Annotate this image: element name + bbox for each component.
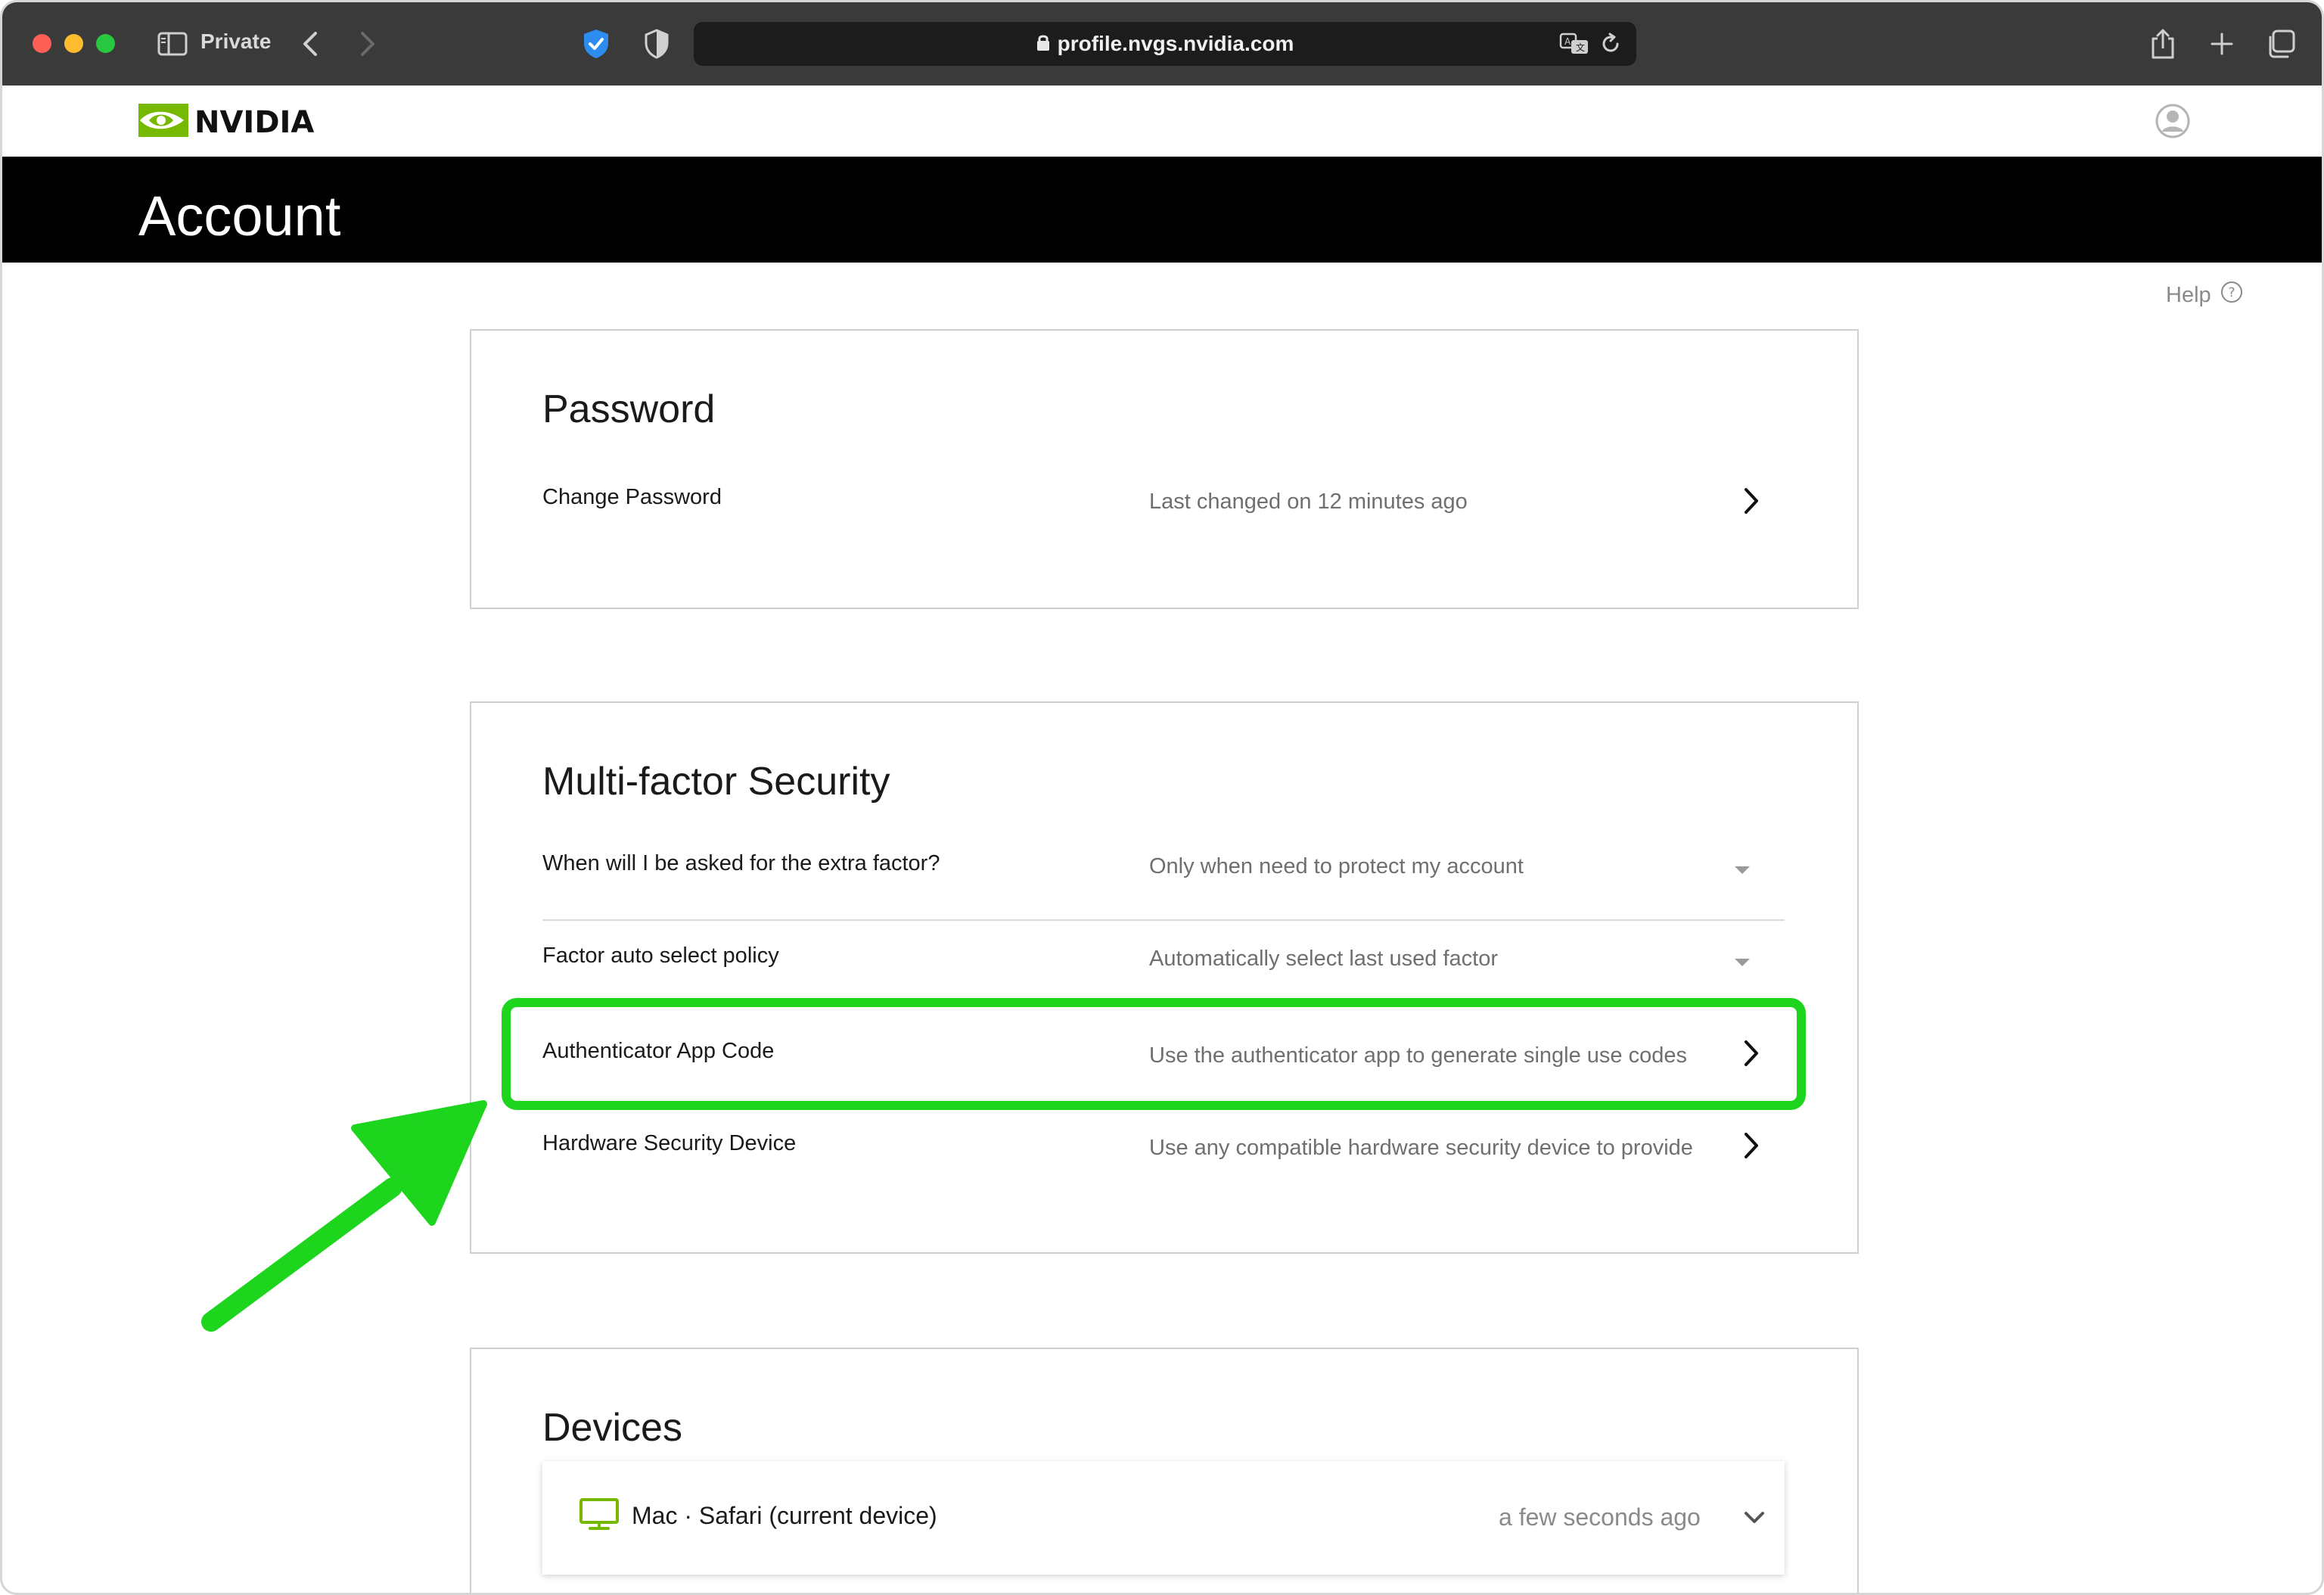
privacy-shield-icon[interactable] [579, 25, 614, 63]
chevron-right-icon[interactable] [1742, 1131, 1760, 1164]
forward-icon[interactable] [356, 25, 379, 63]
help-link[interactable]: Help ? [2166, 281, 2243, 309]
devices-card: Devices Mac · Safari (current device) a … [470, 1348, 1859, 1593]
help-label: Help [2166, 282, 2211, 307]
account-banner: Account [2, 157, 2322, 263]
user-avatar-icon[interactable] [2155, 104, 2190, 142]
private-mode-label: Private [200, 30, 272, 53]
row-divider [542, 919, 1785, 921]
sidebar-icon[interactable] [157, 25, 188, 63]
url-text: profile.nvgs.nvidia.com [1057, 32, 1294, 55]
mfa-trigger-label: When will I be asked for the extra facto… [542, 851, 940, 875]
hardware-security-description: Use any compatible hardware security dev… [1149, 1136, 1693, 1160]
svg-text:?: ? [2228, 285, 2235, 300]
nvidia-logo[interactable]: NVIDIA [138, 104, 314, 141]
device-last-seen: a few seconds ago [1499, 1503, 1701, 1531]
password-last-changed: Last changed on 12 minutes ago [1149, 490, 1468, 514]
arrow-annotation-icon [196, 1098, 491, 1344]
device-name: Mac · Safari (current device) [632, 1502, 937, 1529]
minimize-window-button[interactable] [64, 34, 83, 53]
lock-icon [1036, 33, 1050, 55]
close-window-button[interactable] [33, 34, 51, 53]
factor-policy-label: Factor auto select policy [542, 944, 779, 968]
address-bar[interactable]: profile.nvgs.nvidia.com A文 [694, 22, 1636, 66]
share-icon[interactable] [2148, 25, 2178, 63]
reload-icon[interactable] [1600, 33, 1621, 59]
chevron-down-icon[interactable] [1744, 1511, 1765, 1528]
password-card: Password Change Password Last changed on… [470, 329, 1859, 609]
browser-toolbar: Private profile.nvgs.nvidia.com A文 [2, 2, 2322, 86]
site-header: NVIDIA [2, 86, 2322, 157]
shield-icon[interactable] [639, 25, 674, 63]
page-title: Account [138, 185, 341, 247]
dropdown-caret-icon[interactable] [1733, 865, 1751, 879]
zoom-window-button[interactable] [96, 34, 115, 53]
svg-text:文: 文 [1576, 42, 1585, 53]
dropdown-caret-icon[interactable] [1733, 957, 1751, 972]
mfa-card: Multi-factor Security When will I be ask… [470, 701, 1859, 1254]
translate-icon[interactable]: A文 [1559, 33, 1589, 59]
nvidia-wordmark: NVIDIA [194, 104, 315, 140]
browser-window: Private profile.nvgs.nvidia.com A文 NVIDI… [0, 0, 2324, 1595]
password-title: Password [542, 387, 716, 431]
new-tab-icon[interactable] [2207, 25, 2237, 63]
mfa-trigger-select[interactable]: Only when need to protect my account [1149, 854, 1729, 879]
highlight-annotation [502, 998, 1806, 1110]
back-icon[interactable] [299, 25, 322, 63]
svg-text:A: A [1564, 36, 1571, 47]
device-row[interactable]: Mac · Safari (current device) a few seco… [542, 1461, 1785, 1575]
tab-overview-icon[interactable] [2264, 25, 2298, 63]
nvidia-eye-icon [138, 104, 188, 141]
mfa-title: Multi-factor Security [542, 760, 890, 804]
chevron-right-icon[interactable] [1742, 487, 1760, 519]
monitor-icon [579, 1497, 620, 1534]
factor-policy-select[interactable]: Automatically select last used factor [1149, 947, 1729, 972]
devices-title: Devices [542, 1406, 682, 1450]
hardware-security-label: Hardware Security Device [542, 1131, 797, 1155]
change-password-label: Change Password [542, 485, 722, 509]
help-icon: ? [2220, 281, 2243, 309]
